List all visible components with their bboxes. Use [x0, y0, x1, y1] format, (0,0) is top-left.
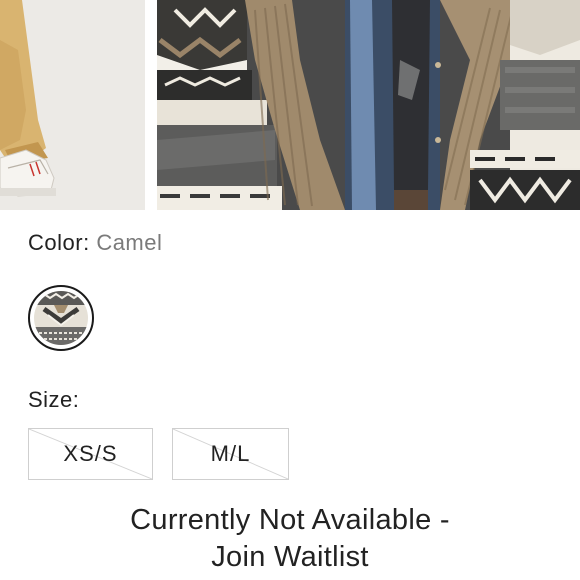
- product-image-gallery[interactable]: [0, 0, 580, 210]
- color-swatch-camel[interactable]: [28, 285, 94, 351]
- color-label-row: Color: Camel: [28, 228, 162, 258]
- color-selected-value: Camel: [96, 230, 163, 255]
- swatch-pattern-image: [34, 291, 88, 345]
- join-waitlist-link[interactable]: Join Waitlist: [0, 539, 580, 576]
- product-image-cardigan[interactable]: [157, 0, 580, 210]
- size-label: Size:: [28, 387, 80, 412]
- size-option-xs-s[interactable]: XS/S: [28, 428, 153, 480]
- size-option-m-l[interactable]: M/L: [172, 428, 289, 480]
- product-image-model[interactable]: [0, 0, 145, 210]
- size-option-label: M/L: [210, 441, 251, 466]
- gallery-images: [0, 0, 580, 210]
- availability-status[interactable]: Currently Not Available - Join Waitlist: [0, 502, 580, 576]
- color-label: Color:: [28, 230, 90, 255]
- product-options-page: Color: Camel Size: XS/S M/L Currently No…: [0, 0, 580, 580]
- availability-line-1: Currently Not Available -: [130, 504, 450, 536]
- size-option-label: XS/S: [63, 441, 118, 466]
